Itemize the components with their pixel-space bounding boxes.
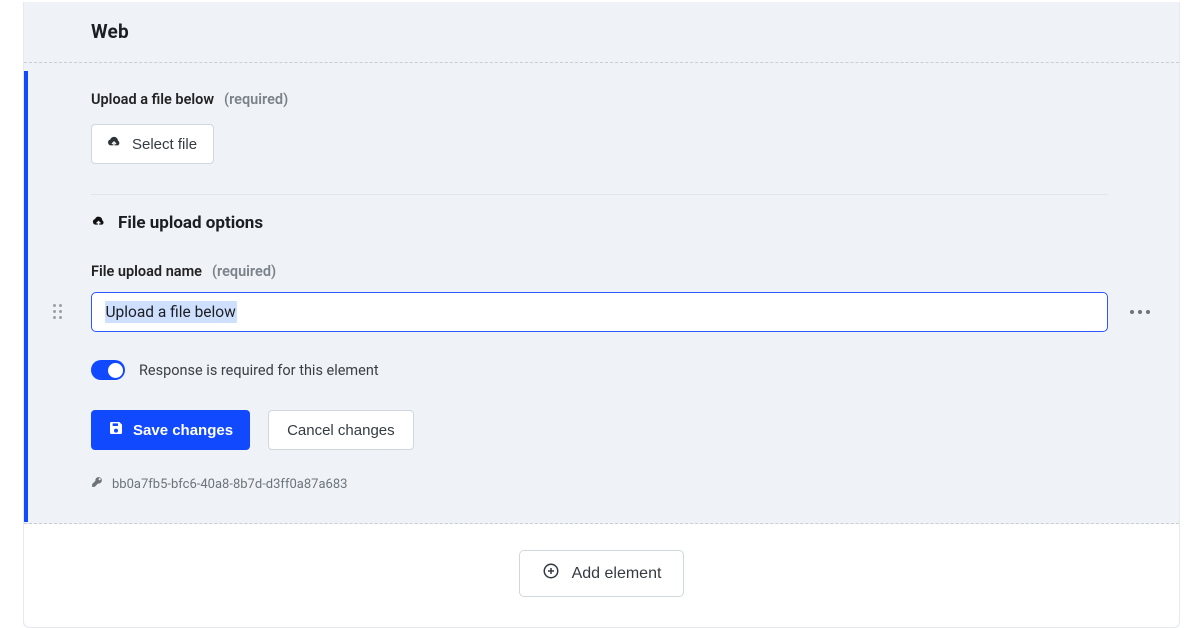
save-button-label: Save changes <box>133 422 233 439</box>
page-title: Web <box>91 20 1179 43</box>
card: Web Upload a file below (required) Selec… <box>23 2 1180 628</box>
cancel-button-label: Cancel changes <box>287 422 395 439</box>
required-toggle[interactable] <box>91 360 125 380</box>
section-divider <box>91 194 1108 195</box>
name-input-wrap: Upload a file below <box>91 292 1108 332</box>
name-label-row: File upload name (required) <box>91 261 1108 280</box>
required-toggle-row: Response is required for this element <box>91 360 1108 380</box>
save-icon <box>108 420 124 440</box>
key-icon <box>91 476 104 493</box>
select-file-label: Select file <box>132 136 197 153</box>
drag-handle-icon[interactable] <box>53 304 67 320</box>
add-element-row: Add element <box>24 524 1179 627</box>
card-body: Upload a file below (required) Select fi… <box>24 63 1179 523</box>
more-options-icon[interactable] <box>1130 310 1150 314</box>
upload-required-tag: (required) <box>224 91 288 108</box>
element-key: bb0a7fb5-bfc6-40a8-8b7d-d3ff0a87a683 <box>112 477 347 492</box>
toggle-knob <box>108 363 123 378</box>
action-row: Save changes Cancel changes <box>91 410 1108 450</box>
name-label: File upload name <box>91 263 202 280</box>
add-element-button[interactable]: Add element <box>519 550 685 597</box>
element-key-row: bb0a7fb5-bfc6-40a8-8b7d-d3ff0a87a683 <box>91 476 1108 493</box>
save-button[interactable]: Save changes <box>91 410 250 450</box>
upload-label: Upload a file below <box>91 91 214 108</box>
upload-cloud-icon <box>106 134 122 154</box>
plus-circle-icon <box>542 562 560 585</box>
name-required-tag: (required) <box>212 263 276 280</box>
required-toggle-label: Response is required for this element <box>139 362 379 379</box>
name-input[interactable] <box>91 292 1108 332</box>
card-header: Web <box>24 2 1179 63</box>
select-file-button[interactable]: Select file <box>91 124 214 164</box>
options-heading-row: File upload options <box>91 213 1108 233</box>
upload-label-row: Upload a file below (required) <box>91 89 1108 108</box>
upload-cloud-icon <box>91 214 106 233</box>
options-title: File upload options <box>118 213 263 233</box>
cancel-button[interactable]: Cancel changes <box>268 410 414 450</box>
add-element-label: Add element <box>572 565 662 583</box>
